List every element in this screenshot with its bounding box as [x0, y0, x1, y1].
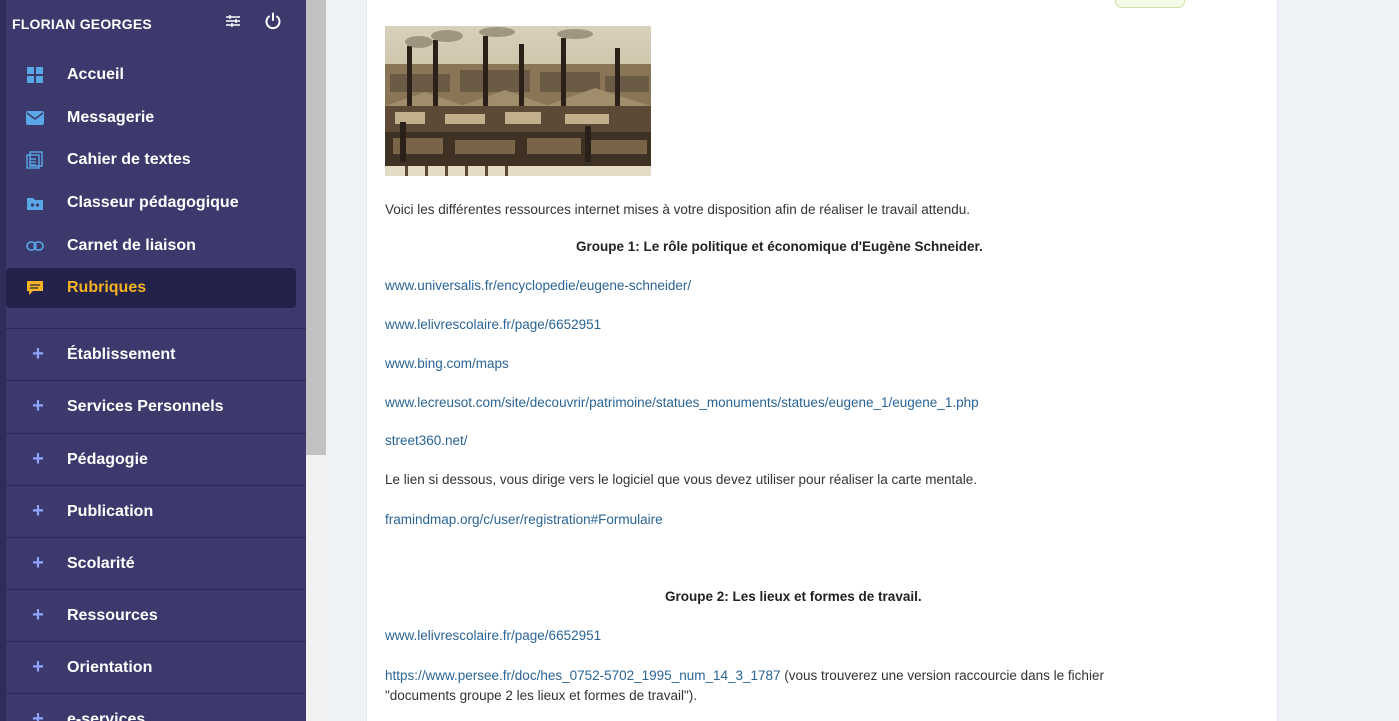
- link-universalis[interactable]: www.universalis.fr/encyclopedie/eugene-s…: [385, 278, 691, 293]
- sidebar-section-label: Publication: [67, 502, 154, 520]
- plus-icon: +: [32, 500, 44, 522]
- link-street360[interactable]: street360.net/: [385, 433, 468, 448]
- mindmap-instruction: Le lien si dessous, vous dirige vers le …: [385, 472, 978, 487]
- settings-sliders-icon[interactable]: [224, 12, 242, 30]
- sidebar-section-scolarite[interactable]: + Scolarité: [6, 537, 306, 589]
- sidebar-item-messagerie[interactable]: Messagerie: [6, 98, 306, 138]
- power-icon[interactable]: [264, 12, 282, 30]
- plus-icon: +: [32, 448, 44, 470]
- sidebar-section-label: Services Personnels: [67, 397, 224, 415]
- sidebar-item-label: Classeur pédagogique: [67, 194, 239, 211]
- link-lelivrescolaire-group2[interactable]: www.lelivrescolaire.fr/page/6652951: [385, 628, 601, 643]
- user-tools: [224, 12, 282, 30]
- envelope-icon: [26, 109, 44, 127]
- link-icon: [26, 237, 44, 255]
- plus-icon: +: [32, 708, 44, 721]
- chat-bubble-icon: [26, 279, 44, 297]
- plus-icon: +: [32, 604, 44, 626]
- persee-note-continued: "documents groupe 2 les lieux et formes …: [385, 688, 697, 703]
- industrial-town-illustration: [385, 26, 651, 176]
- link-framindmap[interactable]: framindmap.org/c/user/registration#Formu…: [385, 512, 663, 527]
- sidebar-section-pedagogie[interactable]: + Pédagogie: [6, 433, 306, 485]
- sidebar-item-accueil[interactable]: Accueil: [6, 55, 306, 95]
- group2-heading: Groupe 2: Les lieux et formes de travail…: [665, 589, 922, 604]
- sidebar-item-label: Cahier de textes: [67, 151, 191, 168]
- sidebar-section-label: e-services: [67, 710, 146, 721]
- sidebar-section-etablissement[interactable]: + Établissement: [6, 328, 306, 380]
- plus-icon: +: [32, 395, 44, 417]
- sidebar-scrollbar-thumb[interactable]: [306, 0, 326, 455]
- sidebar-item-label: Carnet de liaison: [67, 237, 196, 254]
- sidebar-item-label: Rubriques: [67, 279, 147, 296]
- sidebar-item-cahier-de-textes[interactable]: Cahier de textes: [6, 140, 306, 180]
- sidebar-section-publication[interactable]: + Publication: [6, 485, 306, 537]
- sidebar-item-carnet-de-liaison[interactable]: Carnet de liaison: [6, 226, 306, 266]
- persee-line: https://www.persee.fr/doc/hes_0752-5702_…: [385, 668, 1104, 683]
- sidebar-section-e-services[interactable]: + e-services: [6, 693, 306, 721]
- sidebar-item-label: Messagerie: [67, 109, 155, 126]
- sidebar-section-orientation[interactable]: + Orientation: [6, 641, 306, 693]
- sidebar-item-classeur-pedagogique[interactable]: Classeur pédagogique: [6, 183, 306, 223]
- notebook-icon: [26, 151, 44, 169]
- intro-text: Voici les différentes ressources interne…: [385, 202, 971, 217]
- sidebar-item-label: Accueil: [67, 66, 124, 83]
- sidebar-section-label: Ressources: [67, 606, 158, 624]
- plus-icon: +: [32, 343, 44, 365]
- plus-icon: +: [32, 656, 44, 678]
- persee-note: (vous trouverez une version raccourcie d…: [780, 668, 1104, 683]
- top-badge: [1115, 0, 1185, 8]
- link-persee[interactable]: https://www.persee.fr/doc/hes_0752-5702_…: [385, 668, 781, 683]
- group1-heading: Groupe 1: Le rôle politique et économiqu…: [576, 239, 983, 254]
- sidebar-section-label: Orientation: [67, 658, 153, 676]
- sidebar-section-label: Scolarité: [67, 554, 135, 572]
- link-lecreusot[interactable]: www.lecreusot.com/site/decouvrir/patrimo…: [385, 395, 979, 410]
- user-name: FLORIAN GEORGES: [12, 16, 152, 32]
- link-lelivrescolaire[interactable]: www.lelivrescolaire.fr/page/6652951: [385, 317, 601, 332]
- plus-icon: +: [32, 552, 44, 574]
- user-bar: FLORIAN GEORGES: [6, 0, 306, 48]
- sidebar-section-label: Pédagogie: [67, 450, 148, 468]
- sidebar-section-ressources[interactable]: + Ressources: [6, 589, 306, 641]
- sidebar-section-label: Établissement: [67, 345, 176, 363]
- folder-icon: [26, 194, 44, 212]
- sidebar-section-services-personnels[interactable]: + Services Personnels: [6, 380, 306, 432]
- link-bing-maps[interactable]: www.bing.com/maps: [385, 356, 509, 371]
- dashboard-icon: [26, 66, 44, 84]
- sidebar-item-rubriques[interactable]: Rubriques: [6, 268, 296, 308]
- sidebar: FLORIAN GEORGES Accueil Messagerie Cahie…: [0, 0, 306, 721]
